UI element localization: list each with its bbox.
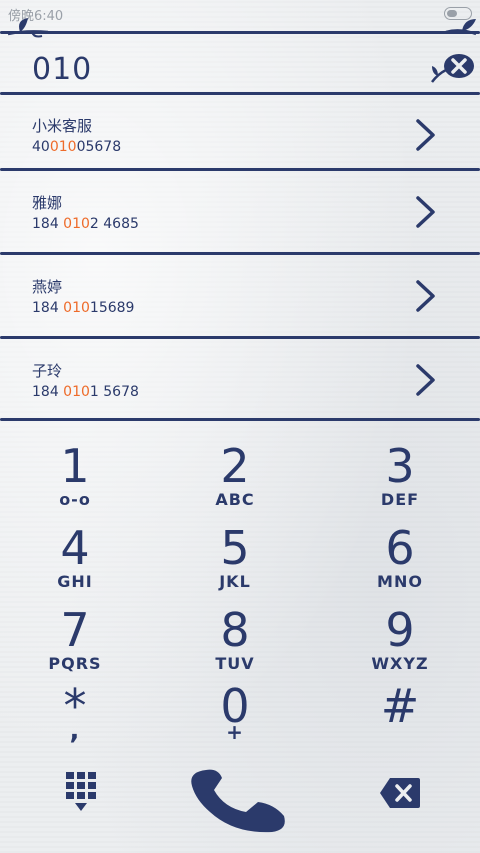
contact-name: 燕婷	[32, 278, 63, 296]
key-0[interactable]: 0 +	[160, 680, 310, 762]
contact-number: 184 0101 5678	[32, 384, 139, 400]
key-8[interactable]: 8 TUV	[160, 604, 310, 686]
contact-name: 小米客服	[32, 117, 93, 135]
contact-name: 子玲	[32, 362, 63, 380]
leaf-clear-icon[interactable]	[428, 48, 476, 88]
chevron-right-icon[interactable]	[414, 278, 438, 314]
matched-digits: 010	[63, 384, 90, 400]
backspace-icon[interactable]	[378, 774, 422, 812]
divider-2	[0, 168, 480, 171]
phone-handset-icon[interactable]	[184, 764, 296, 836]
divider-4	[0, 336, 480, 339]
vine-left-icon	[7, 18, 49, 38]
contact-number: 184 0102 4685	[32, 216, 139, 232]
key-9[interactable]: 9 WXYZ	[325, 604, 475, 686]
key-6[interactable]: 6 MNO	[325, 522, 475, 604]
key-5[interactable]: 5 JKL	[160, 522, 310, 604]
key-7[interactable]: 7 PQRS	[0, 604, 150, 686]
key-hash[interactable]: #	[325, 680, 475, 762]
chevron-right-icon[interactable]	[414, 194, 438, 230]
matched-digits: 010	[63, 300, 90, 316]
divider-3	[0, 252, 480, 255]
matched-digits: 010	[49, 139, 77, 155]
keypad-grid-icon[interactable]	[64, 770, 98, 814]
contact-number: 184 01015689	[32, 300, 135, 316]
key-3[interactable]: 3 DEF	[325, 440, 475, 522]
contact-row-3[interactable]: 燕婷 184 01015689	[0, 256, 480, 336]
contact-row-2[interactable]: 雅娜 184 0102 4685	[0, 172, 480, 252]
key-4[interactable]: 4 GHI	[0, 522, 150, 604]
key-1[interactable]: 1 o-o	[0, 440, 150, 522]
divider-5	[0, 418, 480, 421]
chevron-right-icon[interactable]	[414, 362, 438, 398]
status-bar: 傍晚6:40	[0, 0, 480, 26]
contact-row-1[interactable]: 小米客服 4001005678	[0, 95, 480, 175]
top-divider	[0, 31, 480, 34]
key-star[interactable]: * ,	[0, 680, 150, 762]
contact-number: 4001005678	[32, 139, 122, 155]
dialed-number-display[interactable]: 010	[32, 52, 92, 87]
vine-right-icon	[445, 19, 477, 36]
matched-digits: 010	[63, 216, 90, 232]
chevron-right-icon[interactable]	[414, 117, 438, 153]
key-2[interactable]: 2 ABC	[160, 440, 310, 522]
contact-name: 雅娜	[32, 194, 63, 212]
contact-row-4[interactable]: 子玲 184 0101 5678	[0, 340, 480, 420]
